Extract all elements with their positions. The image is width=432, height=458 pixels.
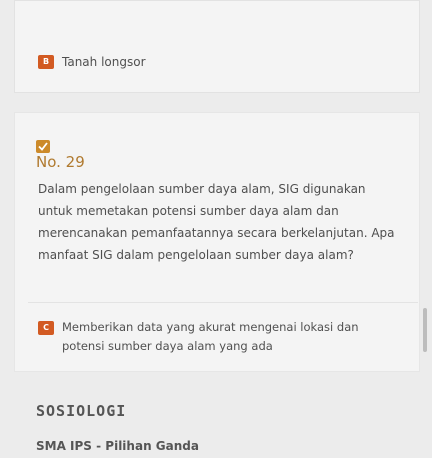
question-number: No. 29 xyxy=(36,153,85,171)
answer-text: Memberikan data yang akurat mengenai lok… xyxy=(62,320,359,353)
subject-subtitle: SMA IPS - Pilihan Ganda xyxy=(36,439,199,453)
previous-answer[interactable]: B Tanah longsor xyxy=(38,53,146,71)
answer-badge: B xyxy=(38,55,54,69)
previous-question-card xyxy=(14,0,420,93)
answer-text: Tanah longsor xyxy=(62,55,146,69)
scrollbar[interactable] xyxy=(423,308,427,352)
answer-badge: C xyxy=(38,321,54,335)
divider xyxy=(28,302,418,303)
subject-title: SOSIOLOGI xyxy=(36,402,127,420)
checkbox-check-icon xyxy=(36,140,50,153)
question-text: Dalam pengelolaan sumber daya alam, SIG … xyxy=(38,182,395,262)
correct-answer[interactable]: C Memberikan data yang akurat mengenai l… xyxy=(38,318,388,356)
